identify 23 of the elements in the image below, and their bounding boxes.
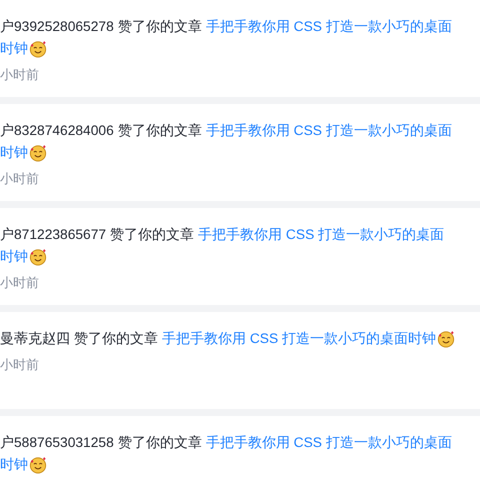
time-ago: 小时前 — [0, 274, 39, 292]
action-text: 赞了你的文章 — [118, 122, 202, 140]
user-name: 户871223865677 — [0, 226, 106, 244]
action-text: 赞了你的文章 — [118, 18, 202, 36]
user-name: 曼蒂克赵四 — [0, 330, 70, 348]
user-name: 户9392528065278 — [0, 18, 114, 36]
action-text: 赞了你的文章 — [118, 434, 202, 452]
action-text: 赞了你的文章 — [110, 226, 194, 244]
article-link[interactable]: 手把手教你用 CSS 打造一款小巧的桌面 — [206, 120, 452, 142]
article-link[interactable]: 时钟 — [0, 454, 28, 476]
user-name: 户5887653031258 — [0, 434, 114, 452]
time-ago: 小时前 — [0, 170, 39, 188]
article-link[interactable]: 手把手教你用 CSS 打造一款小巧的桌面 — [198, 224, 444, 246]
action-text: 赞了你的文章 — [74, 330, 158, 348]
article-link[interactable]: 时钟 — [0, 142, 28, 164]
time-ago: 小时前 — [0, 66, 39, 84]
article-link[interactable]: 手把手教你用 CSS 打造一款小巧的桌面时钟 — [162, 328, 436, 350]
time-ago: 小时前 — [0, 356, 39, 374]
article-link[interactable]: 时钟 — [0, 246, 28, 268]
user-name: 户8328746284006 — [0, 122, 114, 140]
article-link[interactable]: 时钟 — [0, 38, 28, 60]
article-link[interactable]: 手把手教你用 CSS 打造一款小巧的桌面 — [206, 432, 452, 454]
article-link[interactable]: 手把手教你用 CSS 打造一款小巧的桌面 — [206, 16, 452, 38]
